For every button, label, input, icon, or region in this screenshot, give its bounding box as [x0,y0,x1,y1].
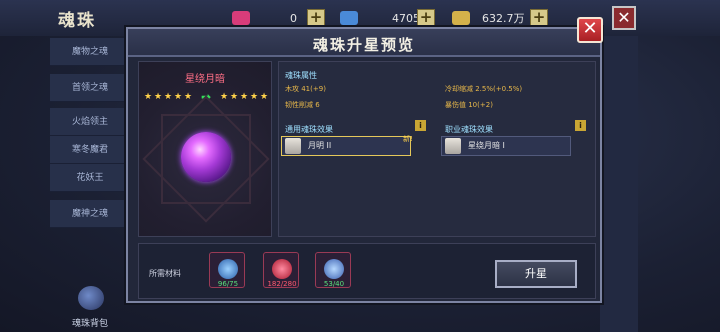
info-icon[interactable]: i [415,120,426,131]
bag-label: 魂珠背包 [71,319,108,329]
page-close-button[interactable]: ✕ [612,6,636,30]
character-avatar [285,138,301,154]
material-ruby-icon [272,259,292,279]
gem-name: 星绕月暗 [185,74,225,85]
soul-gem-icon [181,132,231,182]
attributes-panel: 魂珠属性 木攻 41(+9) 冷却缩减 2.5%(+0.5%) 韧性削减 6 暴… [278,61,596,237]
material-jar-icon [324,259,344,279]
bag-icon [78,286,104,310]
dialog-close-button[interactable]: ✕ [577,17,603,43]
gem-currency: 0 [232,9,297,27]
character-avatar [445,138,461,154]
gold-currency-value: 632.7万 [482,12,525,25]
stars-after: ★ ★ ★ ★ ★ [219,92,269,102]
gem-currency-value: 0 [290,11,297,25]
gold-currency: 632.7万 [452,9,525,27]
gem-preview-panel: 星绕月暗 ★ ★ ★ ★ ★ ➡ ★ ★ ★ ★ ★ [138,61,272,237]
dialog-title: 魂珠升星预览 [312,36,415,54]
stars-before: ★ ★ ★ ★ ★ [143,92,193,102]
class-effect-label: 星绕月暗 I [468,141,505,150]
material-slot[interactable]: 53/40 [315,252,351,288]
star-icon: ★ [249,92,259,102]
upgrade-preview-dialog: 魂珠升星预览 星绕月暗 ★ ★ ★ ★ ★ ➡ ★ ★ ★ ★ ★ 魂珠属性 木… [126,27,602,303]
general-effect-label: 月明 II [308,141,332,150]
attribute-wood-attack: 木攻 41(+9) [285,85,326,93]
dialog-header: 魂珠升星预览 [128,29,600,57]
sidebar-item-boss-soul[interactable]: 首领之魂 [50,74,130,102]
star-icon: ★ [153,92,163,102]
soul-bag-button[interactable]: 魂珠背包 [62,286,118,329]
diamond-currency: 4705 [340,9,420,27]
material-count: 182/280 [267,280,297,288]
add-gem-button[interactable]: + [307,9,325,27]
sidebar-item-flower-king[interactable]: 花妖王 [50,164,130,192]
upgrade-star-button[interactable]: 升星 [495,260,577,288]
sidebar-item-demon-soul[interactable]: 魔神之魂 [50,200,130,228]
materials-label: 所需材料 [149,269,181,278]
material-crystal-icon [218,259,238,279]
info-icon[interactable]: i [575,120,586,131]
star-icon: ★ [173,92,183,102]
star-icon: ★ [219,92,229,102]
material-slot[interactable]: 182/280 [263,252,299,288]
class-effect-title: 职业魂珠效果 [445,125,493,134]
attribute-crit-damage: 暴伤值 10(+2) [445,101,493,109]
blue-diamond-icon [340,11,358,25]
sidebar-item-monster-soul[interactable]: 魔物之魂 [50,38,130,66]
material-count: 53/40 [323,280,345,288]
star-icon: ★ [239,92,249,102]
attribute-toughness-reduction: 韧性削减 6 [285,101,320,109]
new-tag: 新! [403,135,413,143]
pink-gem-icon [232,11,250,25]
diamond-currency-value: 4705 [392,11,420,25]
general-effect-slot[interactable]: 月明 II [281,136,411,156]
star-icon: ★ [183,92,193,102]
sidebar-item-winter-lord[interactable]: 寒冬魔君 [50,136,130,164]
add-gold-button[interactable]: + [530,9,548,27]
star-icon: ★ [259,92,269,102]
star-icon: ★ [229,92,239,102]
material-slot[interactable]: 96/75 [209,252,245,288]
materials-panel: 所需材料 96/75 182/280 53/40 升星 [138,243,596,299]
attributes-title: 魂珠属性 [285,71,317,80]
class-effect-slot[interactable]: 星绕月暗 I [441,136,571,156]
add-diamond-button[interactable]: + [417,9,435,27]
right-column [600,36,638,332]
attribute-cooldown: 冷却缩减 2.5%(+0.5%) [445,85,523,93]
general-effect-title: 通用魂珠效果 [285,125,333,134]
star-icon: ★ [143,92,153,102]
material-count: 96/75 [217,280,239,288]
gold-icon [452,11,470,25]
sidebar-item-flame-lord[interactable]: 火焰领主 [50,108,130,136]
game-screen: 魂珠 0 + 4705 + 632.7万 + ✕ 魔物之魂 首领之魂 火焰领主 … [0,0,720,332]
page-title: 魂珠 [58,11,96,31]
star-icon: ★ [163,92,173,102]
